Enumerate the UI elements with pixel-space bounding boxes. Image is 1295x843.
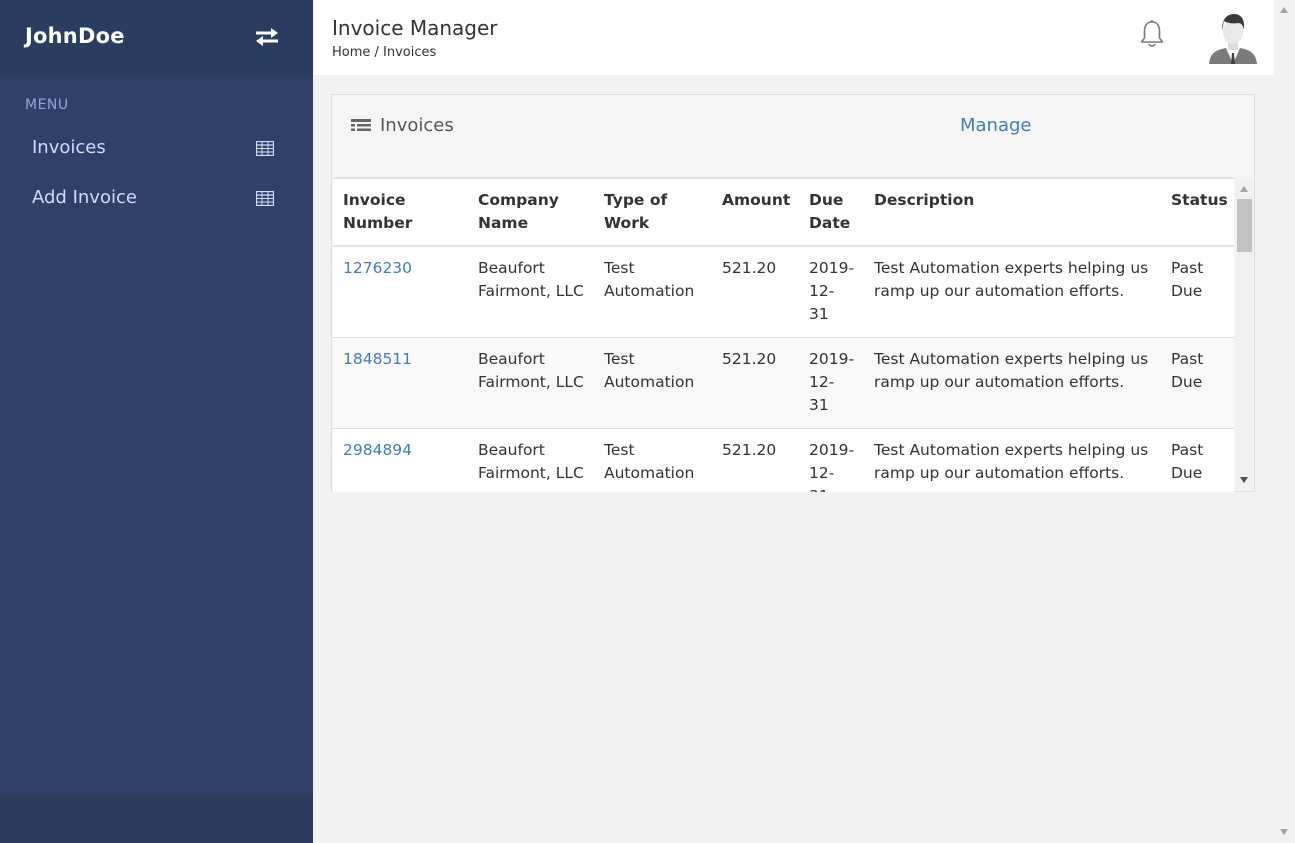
due-date-cell: 2019-12-31: [799, 337, 864, 429]
invoice-number-link[interactable]: 1276230: [343, 259, 412, 277]
column-header[interactable]: Due Date: [799, 179, 864, 247]
sidebar-item-invoices[interactable]: Invoices: [0, 129, 313, 169]
status-cell: Past Due: [1161, 246, 1234, 338]
description-cell: Test Automation experts helping us ramp …: [864, 246, 1161, 338]
type-cell: Test Automation: [594, 337, 712, 429]
scroll-up-icon[interactable]: [1240, 186, 1248, 192]
sidebar-header: JohnDoe: [0, 0, 313, 75]
table-row: 1848511 Beaufort Fairmont, LLC Test Auto…: [333, 337, 1234, 429]
company-cell: Beaufort Fairmont, LLC: [468, 246, 594, 338]
invoice-table-container: Invoice Number Company Name Type of Work…: [333, 177, 1234, 492]
amount-cell: 521.20: [712, 428, 799, 492]
due-date-cell: 2019-12-31: [799, 246, 864, 338]
page-scrollbar[interactable]: [1274, 0, 1295, 843]
sidebar-item-label: Invoices: [32, 137, 106, 158]
table-header-row: Invoice Number Company Name Type of Work…: [333, 179, 1234, 247]
manage-link[interactable]: Manage: [960, 115, 1032, 136]
status-cell: Past Due: [1161, 337, 1234, 429]
swap-arrows-icon[interactable]: [253, 26, 281, 48]
type-cell: Test Automation: [594, 246, 712, 338]
scroll-down-icon[interactable]: [1280, 829, 1288, 835]
table-icon: [255, 190, 275, 207]
type-cell: Test Automation: [594, 428, 712, 492]
invoice-number-cell: 2984894: [333, 428, 468, 492]
sidebar-footer: [0, 793, 313, 843]
table-scrollbar[interactable]: [1235, 179, 1254, 490]
description-cell: Test Automation experts helping us ramp …: [864, 428, 1161, 492]
panel-header: Invoices Manage: [332, 95, 1254, 177]
invoice-number-link[interactable]: 2984894: [343, 441, 412, 459]
invoice-number-cell: 1276230: [333, 246, 468, 338]
status-cell: Past Due: [1161, 428, 1234, 492]
due-date-cell: 2019-12-31: [799, 428, 864, 492]
invoice-number-link[interactable]: 1848511: [343, 350, 412, 368]
column-header[interactable]: Invoice Number: [333, 179, 468, 247]
invoice-table: Invoice Number Company Name Type of Work…: [333, 179, 1234, 492]
scrollbar-thumb[interactable]: [1237, 199, 1252, 252]
amount-cell: 521.20: [712, 337, 799, 429]
amount-cell: 521.20: [712, 246, 799, 338]
invoice-number-cell: 1848511: [333, 337, 468, 429]
top-header: Invoice Manager Home / Invoices: [313, 0, 1274, 75]
column-header[interactable]: Status: [1161, 179, 1234, 247]
column-header[interactable]: Amount: [712, 179, 799, 247]
panel-title: Invoices: [380, 115, 454, 136]
sidebar-item-add-invoice[interactable]: Add Invoice: [0, 179, 313, 219]
company-cell: Beaufort Fairmont, LLC: [468, 428, 594, 492]
table-row: 2984894 Beaufort Fairmont, LLC Test Auto…: [333, 428, 1234, 492]
table-row: 1276230 Beaufort Fairmont, LLC Test Auto…: [333, 246, 1234, 338]
column-header[interactable]: Company Name: [468, 179, 594, 247]
breadcrumb: Home / Invoices: [332, 45, 437, 60]
sidebar-item-label: Add Invoice: [32, 187, 137, 208]
brand-name: JohnDoe: [25, 24, 125, 48]
description-cell: Test Automation experts helping us ramp …: [864, 337, 1161, 429]
column-header[interactable]: Type of Work: [594, 179, 712, 247]
user-avatar[interactable]: [1208, 11, 1258, 64]
bell-icon[interactable]: [1139, 19, 1165, 49]
table-icon: [255, 140, 275, 157]
company-cell: Beaufort Fairmont, LLC: [468, 337, 594, 429]
menu-label: MENU: [25, 97, 69, 113]
sidebar: JohnDoe MENU Invoices Add Invoice: [0, 0, 313, 843]
column-header[interactable]: Description: [864, 179, 1161, 247]
scroll-up-icon[interactable]: [1280, 7, 1288, 13]
scroll-down-icon[interactable]: [1240, 477, 1248, 483]
invoices-panel: Invoices Manage Invoice Number Company N…: [331, 94, 1255, 492]
page-title: Invoice Manager: [332, 16, 498, 40]
list-icon: [351, 118, 371, 134]
